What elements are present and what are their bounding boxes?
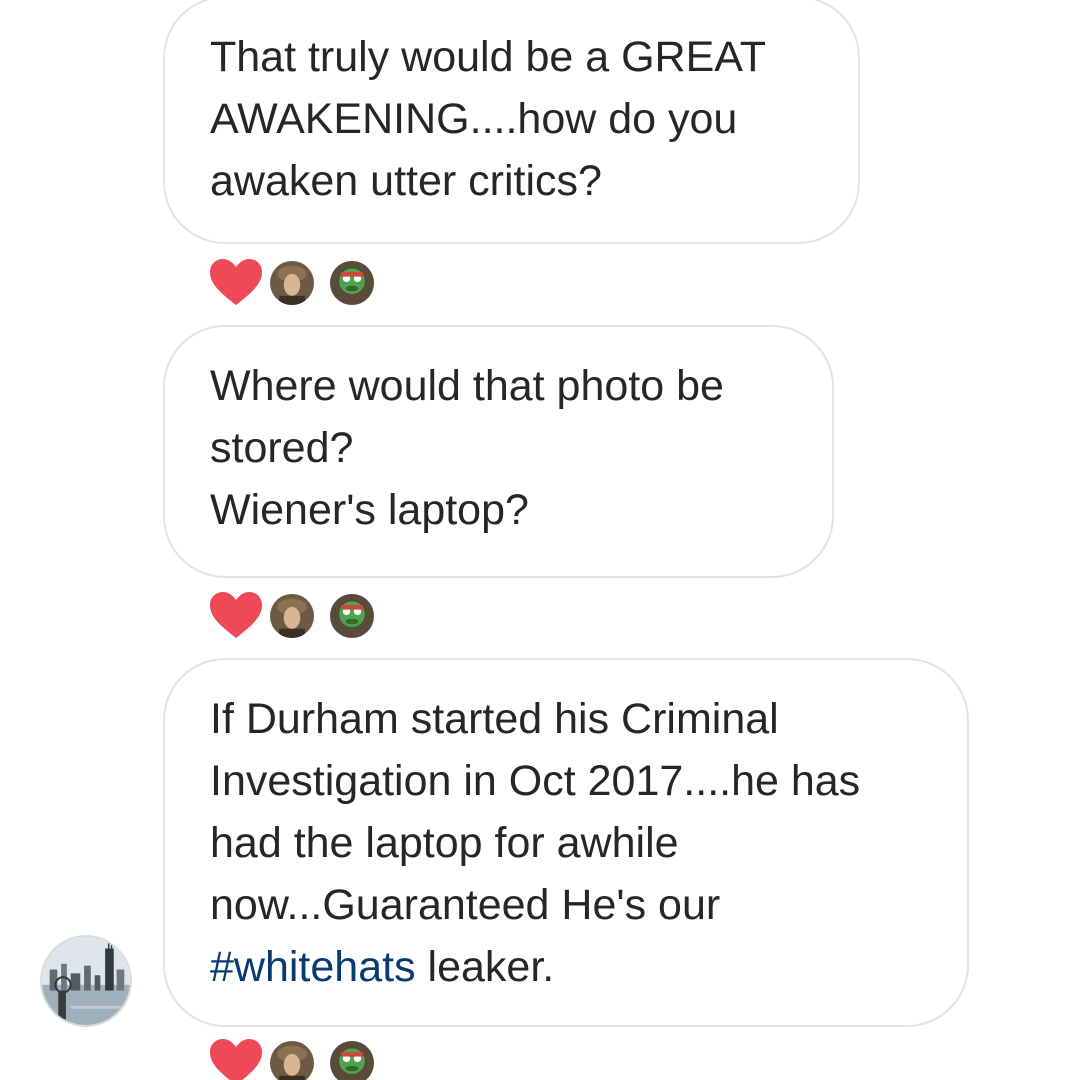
reactor-avatar[interactable] — [268, 592, 316, 640]
message-line: awaken utter critics? — [210, 157, 602, 205]
sender-avatar[interactable] — [40, 935, 132, 1027]
message-line: Wiener's laptop? — [210, 486, 529, 534]
message-line: stored? — [210, 424, 354, 472]
message-line: #whitehats leaker. — [210, 936, 927, 998]
message-line: now...Guaranteed He's our — [210, 881, 721, 929]
message-line: Where would that photo be — [210, 362, 724, 410]
message-line: had the laptop for awhile — [210, 819, 679, 867]
user-avatar-2-icon — [330, 1041, 374, 1080]
city-skyline-avatar-icon — [42, 937, 130, 1025]
user-avatar-1-icon — [270, 594, 314, 638]
chat-thread: That truly would be a GREAT AWAKENING...… — [0, 0, 1080, 1080]
message-line: Investigation in Oct 2017....he has — [210, 757, 861, 805]
user-avatar-2-icon — [330, 594, 374, 638]
message-bubble[interactable]: If Durham started his Criminal Investiga… — [163, 658, 969, 1027]
message-bubble[interactable]: Where would that photo be stored? Wiener… — [163, 325, 834, 578]
heart-icon — [210, 259, 262, 305]
reactor-avatar[interactable] — [328, 259, 376, 307]
reactor-avatar[interactable] — [268, 1039, 316, 1080]
reactor-avatar[interactable] — [328, 592, 376, 640]
reactions-row[interactable] — [208, 1037, 388, 1080]
message-line: That truly would be a GREAT — [210, 33, 767, 81]
reactor-avatar[interactable] — [328, 1039, 376, 1080]
reactions-row[interactable] — [208, 257, 388, 311]
reactor-avatar[interactable] — [268, 259, 316, 307]
hashtag-link[interactable]: #whitehats — [210, 943, 416, 991]
user-avatar-1-icon — [270, 261, 314, 305]
user-avatar-1-icon — [270, 1041, 314, 1080]
reactions-row[interactable] — [208, 590, 388, 644]
heart-icon — [210, 592, 262, 638]
heart-icon — [210, 1039, 262, 1080]
message-bubble[interactable]: That truly would be a GREAT AWAKENING...… — [163, 0, 860, 244]
message-line: AWAKENING....how do you — [210, 95, 738, 143]
message-text: leaker. — [415, 943, 555, 991]
message-line: If Durham started his Criminal — [210, 695, 779, 743]
user-avatar-2-icon — [330, 261, 374, 305]
